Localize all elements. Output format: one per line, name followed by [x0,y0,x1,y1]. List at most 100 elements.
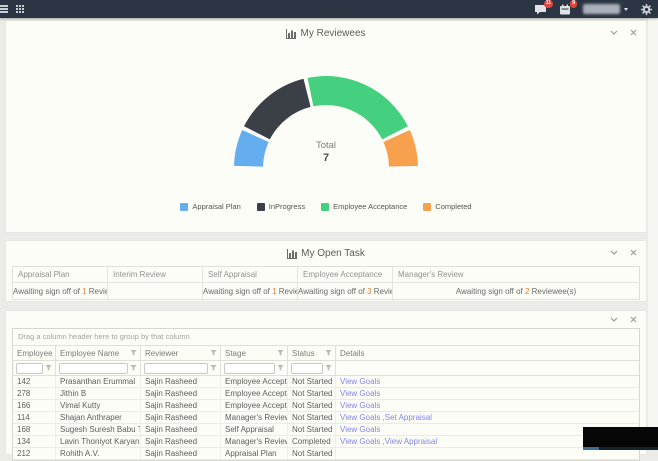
collapse-panel-icon[interactable] [610,317,618,322]
view-goals-link[interactable]: View Goals [340,413,380,422]
filter-row-icon[interactable] [277,364,284,372]
view-goals-link[interactable]: View Goals [340,377,380,386]
header-filter-icon[interactable] [325,349,332,357]
reviewees-gauge: Total 7 [226,68,426,172]
open-task-col-employee-acceptance: Employee Acceptance [298,267,393,283]
filter-input-employee-name[interactable] [59,362,128,374]
grid-col-details[interactable]: Details [336,346,639,361]
calendar-glyph-icon [560,4,570,14]
grid-row-142[interactable]: 142 Prasanthan Erummal Sajin Rasheed Employ… [13,376,639,388]
filter-row-icon[interactable] [210,364,217,372]
filter-input-status[interactable] [291,362,323,374]
panel-header: My Open Task [6,241,646,266]
close-panel-icon[interactable] [630,29,637,36]
collapse-panel-icon[interactable] [610,30,618,35]
panel-my-reviewees: My Reviewees Total 7 Appraisal Plan InPro… [5,20,647,233]
grid-row-166[interactable]: 166 Vimal Kutty Sajin Rasheed Employee Acce… [13,400,639,412]
filter-cell-employee-code [13,361,56,376]
grid-cell: Lavin Thoniyot Karyankandy [56,436,141,447]
collapse-panel-icon[interactable] [610,250,618,255]
grid-col-employee-name[interactable]: Employee Name [56,346,141,361]
apps-grid-icon[interactable] [16,5,24,13]
grid-cell: Manager's Review [221,436,288,447]
filter-input-employee-code[interactable] [16,362,43,374]
legend-swatch-icon [256,202,265,211]
legend-label: InProgress [268,202,306,211]
settings-gear-icon[interactable] [640,3,653,16]
grid-cell: Sajin Rasheed [141,400,221,411]
chevron-down-icon [624,7,628,11]
gauge-segment-employee-acceptance[interactable] [307,76,408,140]
grid-row-168[interactable]: 168Sugesh Suresh Babu Thikkale ...Sajin … [13,424,639,436]
close-panel-icon[interactable] [630,316,637,323]
gauge-segment-inprogress[interactable] [244,78,311,140]
filter-input-stage[interactable] [224,362,275,374]
legend-item-employee-acceptance[interactable]: Employee Acceptance [321,202,407,211]
filter-cell-reviewer [141,361,221,376]
panel-title: My Open Task [301,248,365,259]
set-appraisal-link[interactable]: Set Appraisal [385,413,432,422]
grid-cell-details: View Goals [336,388,639,399]
legend-item-completed[interactable]: Completed [423,202,472,211]
grid-cell: Not Started [288,376,336,387]
filter-row-icon[interactable] [130,364,137,372]
grid-cell: Prasanthan Erummal [56,376,141,387]
grid-cell: 142 [13,376,56,387]
page-scrollbar-track[interactable] [648,18,658,450]
grid-col-stage[interactable]: Stage [221,346,288,361]
open-task-table: Appraisal Plan Interim Review Self Apprais… [12,266,640,300]
legend-item-appraisal-plan[interactable]: Appraisal Plan [180,202,241,211]
grid-row-114[interactable]: 114 Shajan Anthraper Sajin Rasheed Manager'… [13,412,639,424]
open-task-cell-interim-review [108,283,203,299]
open-task-col-self-appraisal: Self Appraisal [203,267,298,283]
grid-row-134[interactable]: 134Lavin Thoniyot KaryankandySajin Rashe… [13,436,639,448]
filter-cell-employee-name [56,361,141,376]
grid-col-employee-code[interactable]: Employee Code [13,346,56,361]
view-goals-link[interactable]: View Goals [340,389,380,398]
filter-row-icon[interactable] [325,364,332,372]
view-appraisal-link[interactable]: View Appraisal [385,437,437,446]
view-goals-link[interactable]: View Goals [340,401,380,410]
grid-cell: Not Started [288,388,336,399]
screen-share-overlay [583,427,658,450]
notifications-chat-icon[interactable]: 11 [534,0,553,15]
grid-cell: Shajan Anthraper [56,412,141,423]
grid-cell: 114 [13,412,56,423]
legend-swatch-icon [321,202,330,211]
grid-cell: Employee Acceptance [221,400,288,411]
user-menu[interactable] [583,4,628,14]
grid-col-status[interactable]: Status [288,346,336,361]
header-filter-icon[interactable] [277,349,284,357]
grid-cell: Not Started [288,412,336,423]
legend-swatch-icon [423,202,432,211]
filter-input-reviewer[interactable] [144,362,208,374]
grid-col-reviewer[interactable]: Reviewer [141,346,221,361]
grid-cell: Sajin Rasheed [141,436,221,447]
filter-cell-status [288,361,336,376]
close-panel-icon[interactable] [630,249,637,256]
grid-cell: Not Started [288,400,336,411]
view-goals-link[interactable]: View Goals [340,425,380,434]
gauge-total-value: 7 [322,152,330,164]
grid-cell: 168 [13,424,56,435]
header-filter-icon[interactable] [210,349,217,357]
view-goals-link[interactable]: View Goals [340,437,380,446]
calendar-icon[interactable]: 9 [559,0,577,15]
grid-cell-details: View Goals , Set Appraisal [336,412,639,423]
grid-cell: Not Started [288,424,336,435]
header-filter-icon[interactable] [130,349,137,357]
panel-title: My Reviewees [300,28,366,39]
grid-col-label: Employee Code [17,348,55,358]
topbar: 11 9 [0,0,658,18]
grid-col-label: Status [292,348,315,358]
menu-icon[interactable] [0,5,8,13]
filter-row-icon[interactable] [45,364,52,372]
grid-row-278[interactable]: 278Jithin BSajin RasheedEmployee Accepta… [13,388,639,400]
legend-label: Completed [435,202,472,211]
grid-body: 142 Prasanthan Erummal Sajin Rasheed Employ… [13,376,639,460]
legend-item-inprogress[interactable]: InProgress [256,202,306,211]
open-task-data-row: Awaiting sign off of 1 Reviewee(s)Awaiti… [13,283,639,299]
legend-label: Appraisal Plan [192,202,241,211]
grid-cell: Sajin Rasheed [141,376,221,387]
group-by-drop-zone[interactable]: Drag a column header here to group by th… [13,329,639,346]
